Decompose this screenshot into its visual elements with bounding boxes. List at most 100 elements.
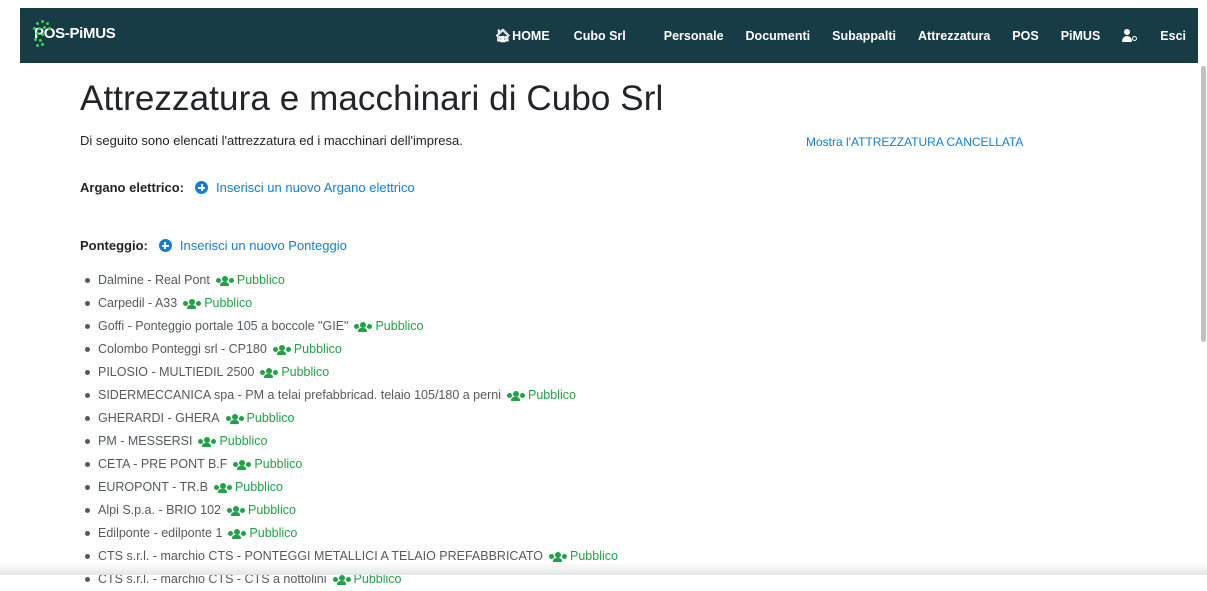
nav-cubo-srl[interactable]: Cubo Srl — [574, 29, 626, 43]
users-icon — [549, 551, 568, 562]
ponteggio-name: Carpedil - A33 — [98, 296, 178, 310]
ponteggio-item: EUROPONT - TR.B Pubblico — [80, 476, 618, 499]
home-icon: 🏠︎ — [494, 27, 512, 43]
plus-circle-icon — [195, 181, 209, 194]
bullet-icon — [85, 531, 90, 536]
window-top-edge — [0, 0, 1207, 8]
show-deleted-equipment-link[interactable]: Mostra l'ATTREZZATURA CANCELLATA — [806, 135, 1023, 149]
public-label: Pubblico — [234, 480, 283, 494]
nav-pos[interactable]: POS — [1012, 29, 1038, 43]
bullet-icon — [85, 370, 90, 375]
bottom-shadow — [0, 562, 1207, 575]
bullet-icon — [85, 301, 90, 306]
nav-personale[interactable]: Personale — [664, 29, 724, 43]
public-badge: Pubblico — [354, 315, 423, 338]
bullet-icon — [85, 416, 90, 421]
nav-home[interactable]: 🏠︎ HOME — [495, 28, 550, 44]
ponteggio-name: Edilponte - edilponte 1 — [98, 526, 223, 540]
public-badge: Pubblico — [228, 522, 297, 545]
brand-logo-icon — [30, 16, 54, 50]
bullet-icon — [85, 393, 90, 398]
bullet-icon — [85, 554, 90, 559]
page-intro: Di seguito sono elencati l'attrezzatura … — [80, 133, 463, 148]
users-icon — [332, 574, 351, 585]
users-icon — [225, 413, 244, 424]
users-icon — [354, 321, 373, 332]
add-ponteggio-link[interactable]: Inserisci un nuovo Ponteggio — [158, 238, 347, 253]
nav-pimus[interactable]: PiMUS — [1061, 29, 1101, 43]
public-badge: Pubblico — [506, 384, 576, 407]
section-label: Ponteggio: — [80, 238, 148, 253]
brand[interactable]: POS-PiMUS — [30, 16, 116, 50]
public-badge: Pubblico — [226, 499, 296, 522]
bullet-icon — [85, 278, 90, 283]
bullet-icon — [85, 439, 90, 444]
ponteggio-name: PM - MESSERSI — [98, 434, 193, 448]
ponteggio-item: GHERARDI - GHERA Pubblico — [80, 407, 618, 430]
user-cog-icon — [1122, 28, 1138, 43]
users-icon — [272, 344, 291, 355]
public-label: Pubblico — [375, 319, 424, 333]
public-badge: Pubblico — [260, 361, 329, 384]
bullet-icon — [85, 577, 90, 582]
public-badge: Pubblico — [225, 407, 295, 430]
bullet-icon — [85, 347, 90, 352]
ponteggio-item: Alpi S.p.a. - BRIO 102 Pubblico — [80, 499, 618, 522]
top-navbar: POS-PiMUS 🏠︎ HOME Cubo Srl Personale Doc… — [20, 8, 1198, 63]
add-argano-elettrico-link[interactable]: Inserisci un nuovo Argano elettrico — [195, 180, 415, 195]
nav-subappalti[interactable]: Subappalti — [832, 29, 896, 43]
users-icon — [213, 482, 232, 493]
users-icon — [260, 367, 279, 378]
nav-home-label: HOME — [512, 28, 550, 43]
bullet-icon — [85, 508, 90, 513]
users-icon — [198, 436, 217, 447]
users-icon — [215, 275, 234, 286]
ponteggio-name: Alpi S.p.a. - BRIO 102 — [98, 503, 221, 517]
nav-logout[interactable]: Esci — [1160, 29, 1186, 43]
ponteggio-name: Colombo Ponteggi srl - CP180 — [98, 342, 267, 356]
ponteggio-name: CETA - PRE PONT B.F — [98, 457, 228, 471]
public-badge: Pubblico — [233, 453, 302, 476]
nav-documenti[interactable]: Documenti — [746, 29, 811, 43]
nav-menu: 🏠︎ HOME Cubo Srl Personale Documenti Sub… — [473, 8, 1186, 63]
section-label: Argano elettrico: — [80, 180, 185, 195]
public-badge: Pubblico — [213, 476, 283, 499]
ponteggio-item: Edilponte - edilponte 1 Pubblico — [80, 522, 618, 545]
users-icon — [183, 298, 202, 309]
plus-circle-icon — [158, 239, 172, 252]
bullet-icon — [85, 324, 90, 329]
section-ponteggio: Ponteggio: Inserisci un nuovo Ponteggio — [80, 238, 347, 253]
ponteggio-item: SIDERMECCANICA spa - PM a telai prefabbr… — [80, 384, 618, 407]
ponteggio-name: Goffi - Ponteggio portale 105 a boccole … — [98, 319, 349, 333]
public-label: Pubblico — [254, 457, 303, 471]
page-title: Attrezzatura e macchinari di Cubo Srl — [80, 79, 664, 118]
ponteggio-item: Dalmine - Real Pont Pubblico — [80, 269, 618, 292]
users-icon — [506, 390, 525, 401]
nav-attrezzatura[interactable]: Attrezzatura — [918, 29, 990, 43]
section-argano-elettrico: Argano elettrico: Inserisci un nuovo Arg… — [80, 180, 415, 195]
public-label: Pubblico — [204, 296, 253, 310]
ponteggio-name: Dalmine - Real Pont — [98, 273, 210, 287]
public-label: Pubblico — [246, 411, 295, 425]
bullet-icon — [85, 462, 90, 467]
ponteggio-name: PILOSIO - MULTIEDIL 2500 — [98, 365, 255, 379]
users-icon — [228, 528, 247, 539]
ponteggio-item: Carpedil - A33 Pubblico — [80, 292, 618, 315]
nav-user-settings[interactable] — [1122, 28, 1138, 43]
public-badge: Pubblico — [198, 430, 267, 453]
ponteggio-item: Colombo Ponteggi srl - CP180 Pubblico — [80, 338, 618, 361]
scrollbar-thumb[interactable] — [1201, 66, 1206, 342]
public-badge: Pubblico — [272, 338, 342, 361]
public-label: Pubblico — [293, 342, 342, 356]
ponteggio-item: CETA - PRE PONT B.F Pubblico — [80, 453, 618, 476]
public-label: Pubblico — [247, 503, 296, 517]
public-badge: Pubblico — [183, 292, 252, 315]
ponteggio-item: PILOSIO - MULTIEDIL 2500 Pubblico — [80, 361, 618, 384]
public-badge: Pubblico — [215, 269, 285, 292]
add-link-label: Inserisci un nuovo Argano elettrico — [216, 180, 415, 195]
bullet-icon — [85, 485, 90, 490]
public-label: Pubblico — [281, 365, 330, 379]
ponteggio-item: Goffi - Ponteggio portale 105 a boccole … — [80, 315, 618, 338]
ponteggio-name: SIDERMECCANICA spa - PM a telai prefabbr… — [98, 388, 501, 402]
users-icon — [233, 459, 252, 470]
